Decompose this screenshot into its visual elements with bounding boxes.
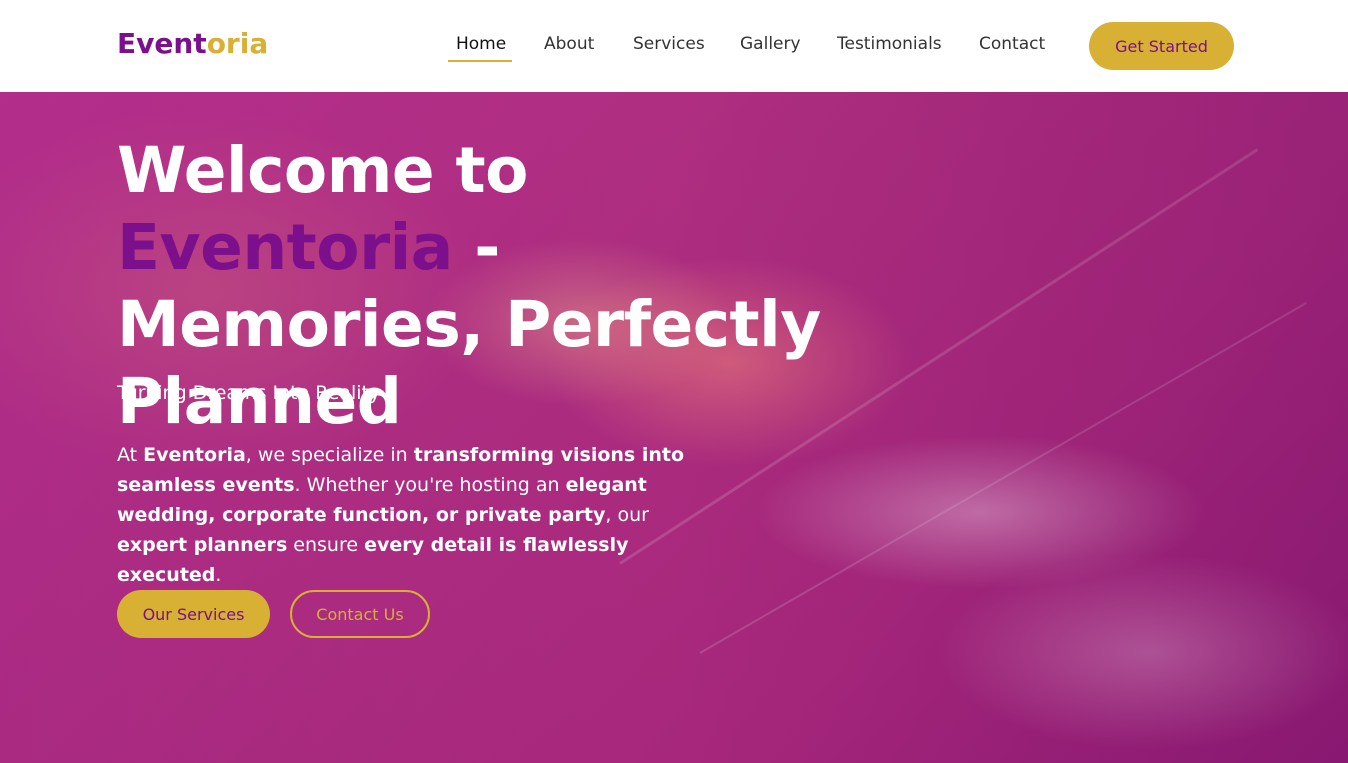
hero-title-brand: Eventoria [117, 211, 453, 284]
desc-text: . Whether you're hosting an [294, 474, 566, 496]
nav-about[interactable]: About [544, 34, 594, 54]
desc-text: At [117, 444, 144, 466]
nav-gallery[interactable]: Gallery [740, 34, 801, 54]
our-services-button[interactable]: Our Services [117, 590, 270, 638]
nav-testimonials[interactable]: Testimonials [837, 34, 942, 54]
desc-bold: expert planners [117, 534, 288, 556]
desc-text: . [215, 564, 222, 586]
hero-description: At Eventoria, we specialize in transform… [117, 440, 717, 590]
site-header: Eventoria Home About Services Gallery Te… [0, 0, 1348, 92]
desc-bold: Eventoria [143, 444, 246, 466]
desc-text: , we specialize in [245, 444, 414, 466]
hero-title-prefix: Welcome to [117, 134, 528, 207]
nav-contact[interactable]: Contact [979, 34, 1045, 54]
desc-text: ensure [287, 534, 365, 556]
nav-active-underline [448, 60, 512, 62]
get-started-button[interactable]: Get Started [1089, 22, 1234, 70]
contact-us-button[interactable]: Contact Us [290, 590, 430, 638]
desc-text: , our [605, 504, 649, 526]
hero-tagline: Turning Dreams Into Reality [117, 382, 381, 404]
nav-services[interactable]: Services [633, 34, 705, 54]
nav-home[interactable]: Home [456, 34, 506, 54]
